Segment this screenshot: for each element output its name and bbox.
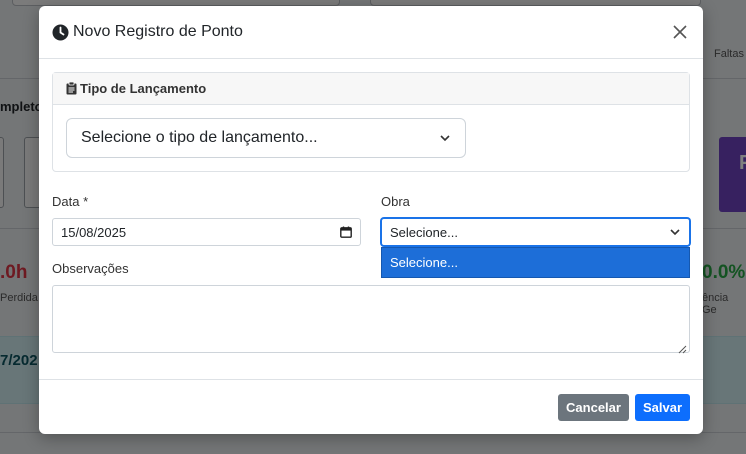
new-time-record-modal: Novo Registro de Ponto Tipo de Lançament…	[39, 6, 703, 434]
date-input[interactable]: 15/08/2025	[52, 218, 361, 246]
obra-select-value: Selecione...	[390, 224, 458, 240]
cancel-button[interactable]: Cancelar	[558, 394, 629, 421]
chevron-down-icon	[439, 134, 451, 142]
obra-label: Obra	[381, 194, 410, 209]
save-button[interactable]: Salvar	[635, 394, 690, 421]
chevron-down-icon	[669, 228, 681, 236]
date-input-value: 15/08/2025	[61, 224, 127, 240]
modal-title-text: Novo Registro de Ponto	[73, 23, 243, 40]
modal-header: Novo Registro de Ponto	[39, 6, 703, 59]
launch-type-header: Tipo de Lançamento	[53, 73, 689, 105]
resize-grip-icon[interactable]	[678, 341, 687, 354]
observations-textarea[interactable]	[52, 285, 690, 354]
launch-type-card: Tipo de Lançamento Selecione o tipo de l…	[52, 72, 690, 172]
close-button[interactable]	[670, 22, 690, 42]
obra-dropdown-option-label: Selecione...	[390, 255, 458, 270]
modal-footer: Cancelar Salvar	[39, 379, 703, 434]
obra-select[interactable]: Selecione...	[381, 218, 690, 246]
obra-dropdown-option[interactable]: Selecione...	[381, 247, 690, 278]
launch-type-select-value: Selecione o tipo de lançamento...	[81, 129, 318, 146]
close-icon	[673, 25, 687, 39]
observations-label: Observações	[52, 261, 129, 276]
modal-title: Novo Registro de Ponto	[52, 23, 243, 41]
launch-type-title: Tipo de Lançamento	[80, 81, 207, 96]
clock-icon	[52, 24, 69, 41]
calendar-icon[interactable]	[340, 226, 352, 238]
launch-type-select[interactable]: Selecione o tipo de lançamento...	[66, 118, 466, 158]
date-label: Data *	[52, 194, 89, 209]
clipboard-icon	[66, 82, 77, 95]
